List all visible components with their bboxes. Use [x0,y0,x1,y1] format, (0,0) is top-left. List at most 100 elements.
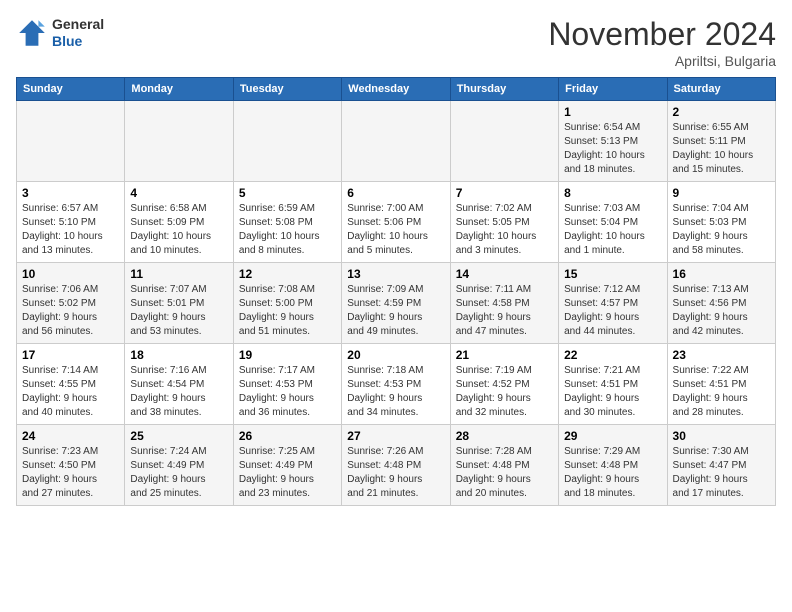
day-number: 20 [347,348,444,362]
day-number: 27 [347,429,444,443]
weekday-tuesday: Tuesday [233,78,341,101]
day-info: Sunrise: 6:58 AMSunset: 5:09 PMDaylight:… [130,202,227,258]
day-info: Sunrise: 7:06 AMSunset: 5:02 PMDaylight:… [22,283,119,339]
day-number: 4 [130,186,227,200]
day-number: 7 [456,186,553,200]
title-block: November 2024 Apriltsi, Bulgaria [548,16,776,69]
day-number: 8 [564,186,661,200]
weekday-monday: Monday [125,78,233,101]
calendar-cell: 9Sunrise: 7:04 AMSunset: 5:03 PMDaylight… [667,182,775,263]
logo-icon [16,17,48,49]
logo: General Blue [16,16,104,50]
calendar-cell: 16 Sunrise: 7:13 AMSunset: 4:56 PMDayligh… [667,263,775,344]
day-info: Sunrise: 7:13 AMSunset: 4:56 PMDaylight:… [673,283,770,339]
day-info: Sunrise: 7:09 AMSunset: 4:59 PMDaylight:… [347,283,444,339]
calendar-cell [342,101,450,182]
day-number: 2 [673,105,770,119]
day-info: Sunrise: 7:26 AMSunset: 4:48 PMDaylight:… [347,445,444,501]
calendar-cell: 18 Sunrise: 7:16 AMSunset: 4:54 PMDayligh… [125,344,233,425]
calendar-cell: 15 Sunrise: 7:12 AMSunset: 4:57 PMDayligh… [559,263,667,344]
calendar-cell: 27 Sunrise: 7:26 AMSunset: 4:48 PMDayligh… [342,425,450,506]
calendar-cell: 30 Sunrise: 7:30 AMSunset: 4:47 PMDayligh… [667,425,775,506]
day-info: Sunrise: 7:24 AMSunset: 4:49 PMDaylight:… [130,445,227,501]
calendar-cell: 22 Sunrise: 7:21 AMSunset: 4:51 PMDayligh… [559,344,667,425]
day-number: 14 [456,267,553,281]
weekday-friday: Friday [559,78,667,101]
day-info: Sunrise: 7:25 AMSunset: 4:49 PMDaylight:… [239,445,336,501]
day-info: Sunrise: 7:21 AMSunset: 4:51 PMDaylight:… [564,364,661,420]
calendar-cell: 21 Sunrise: 7:19 AMSunset: 4:52 PMDayligh… [450,344,558,425]
day-number: 5 [239,186,336,200]
day-number: 28 [456,429,553,443]
day-info: Sunrise: 7:11 AMSunset: 4:58 PMDaylight:… [456,283,553,339]
day-info: Sunrise: 7:14 AMSunset: 4:55 PMDaylight:… [22,364,119,420]
calendar-cell: 6Sunrise: 7:00 AMSunset: 5:06 PMDaylight… [342,182,450,263]
day-info: Sunrise: 6:54 AMSunset: 5:13 PMDaylight:… [564,121,661,177]
calendar-header: SundayMondayTuesdayWednesdayThursdayFrid… [17,78,776,101]
day-number: 30 [673,429,770,443]
day-info: Sunrise: 7:07 AMSunset: 5:01 PMDaylight:… [130,283,227,339]
calendar-cell: 2Sunrise: 6:55 AMSunset: 5:11 PMDaylight… [667,101,775,182]
calendar-table: SundayMondayTuesdayWednesdayThursdayFrid… [16,77,776,506]
day-info: Sunrise: 6:59 AMSunset: 5:08 PMDaylight:… [239,202,336,258]
day-info: Sunrise: 7:28 AMSunset: 4:48 PMDaylight:… [456,445,553,501]
day-info: Sunrise: 7:19 AMSunset: 4:52 PMDaylight:… [456,364,553,420]
day-number: 3 [22,186,119,200]
day-number: 21 [456,348,553,362]
day-info: Sunrise: 6:57 AMSunset: 5:10 PMDaylight:… [22,202,119,258]
calendar-cell: 24Sunrise: 7:23 AMSunset: 4:50 PMDayligh… [17,425,125,506]
calendar-cell [233,101,341,182]
calendar-cell: 13Sunrise: 7:09 AMSunset: 4:59 PMDayligh… [342,263,450,344]
day-number: 10 [22,267,119,281]
calendar-body: 1 Sunrise: 6:54 AMSunset: 5:13 PMDaylight… [17,101,776,506]
calendar-week-2: 10 Sunrise: 7:06 AMSunset: 5:02 PMDayligh… [17,263,776,344]
calendar-cell: 10 Sunrise: 7:06 AMSunset: 5:02 PMDayligh… [17,263,125,344]
weekday-header-row: SundayMondayTuesdayWednesdayThursdayFrid… [17,78,776,101]
day-number: 12 [239,267,336,281]
day-number: 16 [673,267,770,281]
calendar-week-1: 3 Sunrise: 6:57 AMSunset: 5:10 PMDaylight… [17,182,776,263]
calendar-cell: 1 Sunrise: 6:54 AMSunset: 5:13 PMDaylight… [559,101,667,182]
day-number: 22 [564,348,661,362]
day-number: 19 [239,348,336,362]
day-number: 26 [239,429,336,443]
calendar-cell: 20Sunrise: 7:18 AMSunset: 4:53 PMDayligh… [342,344,450,425]
logo-general-text: General [52,16,104,33]
month-title: November 2024 [548,16,776,53]
day-info: Sunrise: 7:17 AMSunset: 4:53 PMDaylight:… [239,364,336,420]
day-number: 18 [130,348,227,362]
calendar-cell: 25 Sunrise: 7:24 AMSunset: 4:49 PMDayligh… [125,425,233,506]
calendar-cell: 12 Sunrise: 7:08 AMSunset: 5:00 PMDayligh… [233,263,341,344]
page-header: General Blue November 2024 Apriltsi, Bul… [16,16,776,69]
calendar-cell: 23 Sunrise: 7:22 AMSunset: 4:51 PMDayligh… [667,344,775,425]
logo-blue-text: Blue [52,33,104,50]
weekday-sunday: Sunday [17,78,125,101]
calendar-cell: 5 Sunrise: 6:59 AMSunset: 5:08 PMDaylight… [233,182,341,263]
calendar-cell [17,101,125,182]
calendar-cell: 3 Sunrise: 6:57 AMSunset: 5:10 PMDaylight… [17,182,125,263]
weekday-thursday: Thursday [450,78,558,101]
weekday-wednesday: Wednesday [342,78,450,101]
day-info: Sunrise: 7:16 AMSunset: 4:54 PMDaylight:… [130,364,227,420]
calendar-week-0: 1 Sunrise: 6:54 AMSunset: 5:13 PMDaylight… [17,101,776,182]
day-info: Sunrise: 7:04 AMSunset: 5:03 PMDaylight:… [673,202,770,258]
day-info: Sunrise: 7:22 AMSunset: 4:51 PMDaylight:… [673,364,770,420]
day-info: Sunrise: 7:30 AMSunset: 4:47 PMDaylight:… [673,445,770,501]
location: Apriltsi, Bulgaria [548,53,776,69]
calendar-cell: 8Sunrise: 7:03 AMSunset: 5:04 PMDaylight… [559,182,667,263]
day-info: Sunrise: 7:12 AMSunset: 4:57 PMDaylight:… [564,283,661,339]
day-number: 25 [130,429,227,443]
calendar-cell: 11Sunrise: 7:07 AMSunset: 5:01 PMDayligh… [125,263,233,344]
day-info: Sunrise: 7:08 AMSunset: 5:00 PMDaylight:… [239,283,336,339]
day-number: 15 [564,267,661,281]
day-info: Sunrise: 7:00 AMSunset: 5:06 PMDaylight:… [347,202,444,258]
calendar-cell: 29Sunrise: 7:29 AMSunset: 4:48 PMDayligh… [559,425,667,506]
calendar-cell [450,101,558,182]
day-number: 17 [22,348,119,362]
calendar-week-4: 24Sunrise: 7:23 AMSunset: 4:50 PMDayligh… [17,425,776,506]
day-number: 29 [564,429,661,443]
calendar-cell: 26 Sunrise: 7:25 AMSunset: 4:49 PMDayligh… [233,425,341,506]
day-number: 1 [564,105,661,119]
calendar-cell: 19 Sunrise: 7:17 AMSunset: 4:53 PMDayligh… [233,344,341,425]
day-number: 23 [673,348,770,362]
